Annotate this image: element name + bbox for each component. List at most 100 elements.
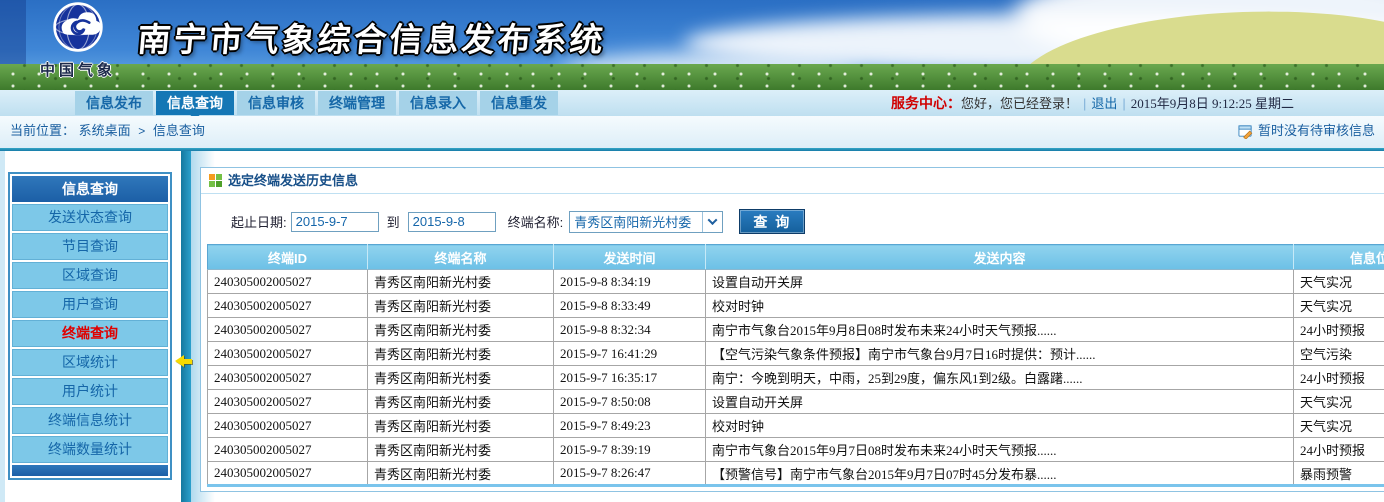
cell-send-time: 2015-9-7 16:41:29 [554, 342, 706, 366]
service-center-bar: 服务中心：您好，您已经登录！|退出|2015年9月8日 9:12:25 星期二 [891, 90, 1294, 116]
breadcrumb: 当前位置： 系统桌面 > 信息查询 [10, 116, 205, 146]
chevron-down-icon[interactable] [702, 212, 722, 232]
cell-terminal-id: 240305002005027 [208, 462, 368, 486]
cell-send-time: 2015-9-7 8:49:23 [554, 414, 706, 438]
nav-tab[interactable]: 终端管理 [318, 91, 396, 115]
sidebar-item[interactable]: 区域查询 [12, 262, 168, 289]
sidebar-item-label: 用户查询 [62, 296, 118, 312]
table-row: 240305002005027 青秀区南阳新光村委 2015-9-7 16:35… [208, 366, 1384, 390]
table-column-header: 终端名称 [368, 245, 554, 270]
panel-title: 选定终端发送历史信息 [228, 168, 358, 193]
sidebar-items: 发送状态查询 节目查询 区域查询 用户查询 终端查询 [12, 204, 168, 463]
nav-tab-label: 终端管理 [329, 95, 385, 111]
cell-terminal-id: 240305002005027 [208, 366, 368, 390]
cell-send-time: 2015-9-7 16:35:17 [554, 366, 706, 390]
nav-tab-label: 信息审核 [248, 95, 304, 111]
cell-terminal-id: 240305002005027 [208, 414, 368, 438]
query-button[interactable]: 查 询 [739, 209, 805, 234]
breadcrumb-row: 当前位置： 系统桌面 > 信息查询 暂时没有待审核信息 [0, 116, 1384, 148]
cell-terminal-name: 青秀区南阳新光村委 [368, 390, 554, 414]
cell-content: 南宁市气象台2015年9月8日08时发布未来24小时天气预报...... [706, 318, 1294, 342]
vertical-divider[interactable] [181, 151, 191, 502]
terminal-select[interactable]: 青秀区南阳新光村委 [569, 211, 723, 233]
banner: 中国气象 南宁市气象综合信息发布系统 [0, 0, 1384, 90]
query-form: 起止日期: 到 终端名称: 青秀区南阳新光村委 查 询 [231, 209, 1384, 234]
date-range-label: 起止日期: [231, 212, 287, 231]
cell-terminal-name: 青秀区南阳新光村委 [368, 342, 554, 366]
app-window: 中国气象 南宁市气象综合信息发布系统 信息发布 信息查询 信息审核 [0, 0, 1384, 502]
table-row: 240305002005027 青秀区南阳新光村委 2015-9-8 8:34:… [208, 270, 1384, 294]
cell-content: 【空气污染气象条件预报】南宁市气象台9月7日16时提供：预计...... [706, 342, 1294, 366]
nav-tab[interactable]: 信息发布 [75, 91, 153, 115]
datetime-display: 2015年9月8日 9:12:25 星期二 [1131, 96, 1294, 111]
login-greeting: 您好，您已经登录！ [961, 96, 1078, 111]
history-table: 终端ID 终端名称 发送时间 发送内容 信息位 240305002005027 [207, 244, 1384, 487]
sidebar-item[interactable]: 节目查询 [12, 233, 168, 260]
cell-terminal-id: 240305002005027 [208, 294, 368, 318]
cell-slot: 天气实况 [1294, 294, 1384, 318]
nav-tab[interactable]: 信息录入 [399, 91, 477, 115]
panel-title-bar: 选定终端发送历史信息 [201, 168, 1384, 194]
cell-send-time: 2015-9-8 8:32:34 [554, 318, 706, 342]
edit-note-icon [1238, 124, 1253, 139]
sidebar-item[interactable]: 用户统计 [12, 378, 168, 405]
table-row: 240305002005027 青秀区南阳新光村委 2015-9-8 8:33:… [208, 294, 1384, 318]
to-label: 到 [387, 212, 400, 231]
breadcrumb-current: 信息查询 [153, 123, 205, 138]
nav-tab[interactable]: 信息重发 [480, 91, 558, 115]
sidebar-item-label: 终端信息统计 [48, 412, 132, 428]
cell-slot: 空气污染 [1294, 342, 1384, 366]
nav-tab-label: 信息重发 [491, 95, 547, 111]
arrow-tail [184, 359, 192, 364]
table-row: 240305002005027 青秀区南阳新光村委 2015-9-7 8:50:… [208, 390, 1384, 414]
sidebar-menu: 信息查询 发送状态查询 节目查询 区域查询 用户查询 [8, 172, 172, 480]
date-from-input[interactable] [291, 212, 379, 232]
cell-terminal-name: 青秀区南阳新光村委 [368, 270, 554, 294]
table-column-header: 信息位 [1294, 245, 1384, 270]
breadcrumb-home-link[interactable]: 系统桌面 [79, 123, 131, 138]
sidebar-item-label: 用户统计 [62, 383, 118, 399]
logout-link[interactable]: 退出 [1091, 96, 1117, 111]
sidebar-item-label: 区域查询 [62, 267, 118, 283]
nav-bar: 信息发布 信息查询 信息审核 终端管理 [0, 90, 1384, 116]
cell-terminal-name: 青秀区南阳新光村委 [368, 438, 554, 462]
cell-send-time: 2015-9-7 8:26:47 [554, 462, 706, 486]
sidebar-collapse-arrow-icon[interactable] [175, 355, 192, 367]
table-row: 240305002005027 青秀区南阳新光村委 2015-9-7 8:26:… [208, 462, 1384, 486]
sidebar-item[interactable]: 区域统计 [12, 349, 168, 376]
cell-terminal-name: 青秀区南阳新光村委 [368, 294, 554, 318]
cell-slot: 天气实况 [1294, 414, 1384, 438]
sidebar-item-label: 节目查询 [62, 238, 118, 254]
nav-tab[interactable]: 信息审核 [237, 91, 315, 115]
table-row: 240305002005027 青秀区南阳新光村委 2015-9-7 8:49:… [208, 414, 1384, 438]
cell-send-time: 2015-9-7 8:39:19 [554, 438, 706, 462]
sidebar-item[interactable]: 终端信息统计 [12, 407, 168, 434]
cell-send-time: 2015-9-8 8:33:49 [554, 294, 706, 318]
left-edge-strip [0, 151, 5, 502]
cell-send-time: 2015-9-7 8:50:08 [554, 390, 706, 414]
cell-terminal-id: 240305002005027 [208, 342, 368, 366]
nav-tab-label: 信息录入 [410, 95, 466, 111]
spiral-globe-icon [52, 1, 104, 53]
date-to-input[interactable] [408, 212, 496, 232]
cell-content: 设置自动开关屏 [706, 390, 1294, 414]
service-center-label: 服务中心： [891, 95, 961, 111]
sidebar-item[interactable]: 终端查询 [12, 320, 168, 347]
cell-slot: 暴雨预警 [1294, 462, 1384, 486]
arrow-tip [175, 355, 184, 367]
sidebar-item[interactable]: 发送状态查询 [12, 204, 168, 231]
cma-logo: 中国气象 [26, 1, 130, 80]
sidebar-header: 信息查询 [12, 176, 168, 202]
table-header-row: 终端ID 终端名称 发送时间 发送内容 信息位 [208, 245, 1384, 270]
sidebar-item[interactable]: 终端数量统计 [12, 436, 168, 463]
table-column-header: 发送时间 [554, 245, 706, 270]
cell-terminal-id: 240305002005027 [208, 390, 368, 414]
cell-send-time: 2015-9-8 8:34:19 [554, 270, 706, 294]
table-body: 240305002005027 青秀区南阳新光村委 2015-9-8 8:34:… [208, 270, 1384, 486]
nav-tab[interactable]: 信息查询 [156, 91, 234, 115]
table-column-header: 终端ID [208, 245, 368, 270]
sidebar-item[interactable]: 用户查询 [12, 291, 168, 318]
system-title: 南宁市气象综合信息发布系统 [136, 13, 608, 61]
cell-terminal-id: 240305002005027 [208, 318, 368, 342]
cell-content: 【预警信号】南宁市气象台2015年9月7日07时45分发布暴...... [706, 462, 1294, 486]
